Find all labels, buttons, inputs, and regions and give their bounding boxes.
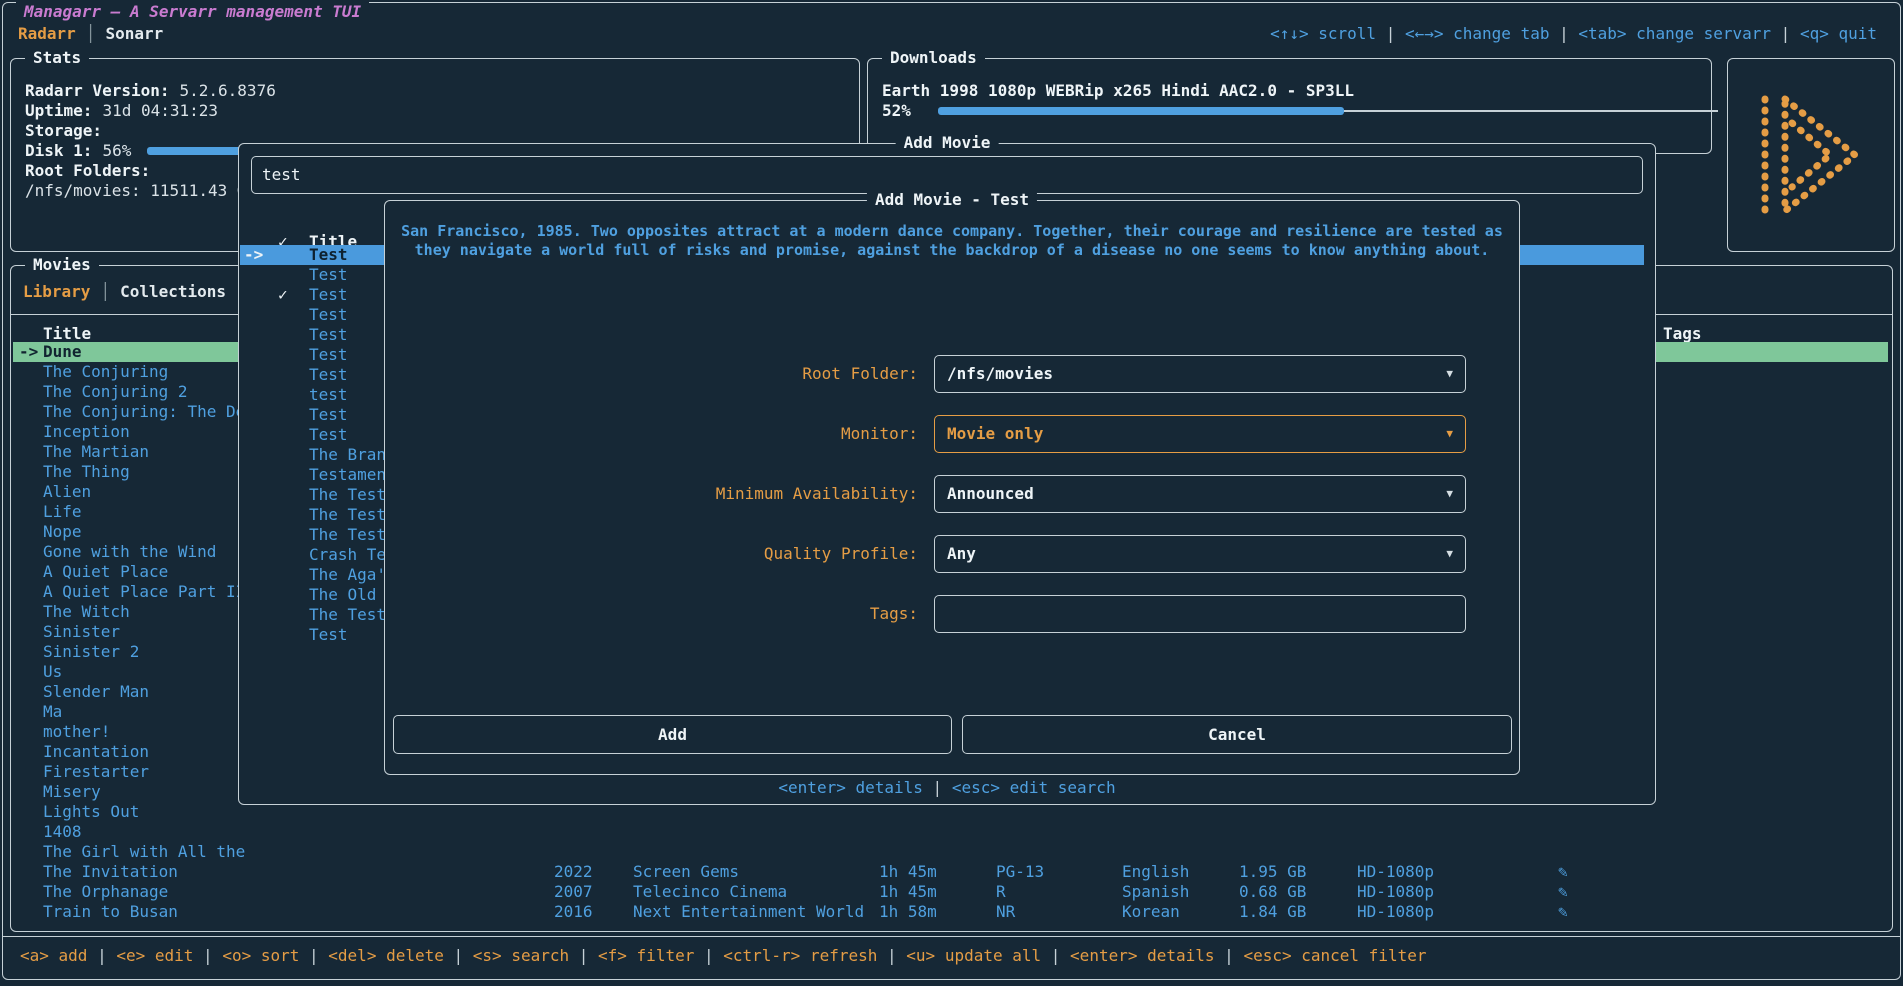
movie-search-input[interactable]: test xyxy=(251,156,1643,194)
managarr-logo-icon xyxy=(1752,89,1870,221)
tab-radarr[interactable]: Radarr xyxy=(18,24,76,43)
uptime-line: Uptime: 31d 04:31:23 xyxy=(25,101,845,121)
servarr-tabs: Radarr│Sonarr xyxy=(18,24,163,44)
add-movie-modal: Add Movie - Test San Francisco, 1985. Tw… xyxy=(384,200,1520,775)
app-title: Managarr – A Servarr management TUI xyxy=(16,2,369,22)
storage-label: Storage: xyxy=(25,121,102,140)
download-progress-line: 52% xyxy=(882,101,1697,121)
in-library-check-icon: ✓ xyxy=(278,285,288,305)
downloads-panel-title: Downloads xyxy=(882,48,985,68)
radarr-version-label: Radarr Version: xyxy=(25,81,170,100)
movie-row[interactable]: Train to Busan2016Next Entertainment Wor… xyxy=(13,902,1888,922)
cancel-button[interactable]: Cancel xyxy=(962,715,1512,754)
tab-library[interactable]: Library xyxy=(23,282,90,301)
popup-keybinding-hints: <enter> details | <esc> edit search xyxy=(239,778,1655,798)
uptime-value: 31d 04:31:23 xyxy=(102,101,218,120)
gauge-fill xyxy=(938,107,1344,115)
bottom-keybinding-hints: <a> add | <e> edit | <o> sort | <del> de… xyxy=(20,946,1426,966)
movie-row[interactable]: The Invitation2022Screen Gems1h 45mPG-13… xyxy=(13,862,1888,882)
disk-percent-value: 56% xyxy=(102,141,131,160)
column-header-title: Title xyxy=(43,324,91,344)
movies-panel-title: Movies xyxy=(25,255,99,275)
gauge-track xyxy=(1344,110,1718,112)
storage-line: Storage: xyxy=(25,121,845,141)
monitored-icon: ✎ xyxy=(1558,902,1568,922)
top-keybinding-hints: <↑↓> scroll | <←→> change tab | <tab> ch… xyxy=(1270,24,1877,44)
root-folder-path: /nfs/movies: 11511.43 GB xyxy=(25,181,256,200)
column-header-tags: Tags xyxy=(1663,324,1702,344)
add-movie-popup-title: Add Movie xyxy=(896,133,999,153)
monitored-icon: ✎ xyxy=(1558,862,1568,882)
stats-panel-title: Stats xyxy=(25,48,89,68)
radarr-version-line: Radarr Version: 5.2.6.8376 xyxy=(25,81,845,101)
root-folders-label: Root Folders: xyxy=(25,161,150,180)
footer-divider xyxy=(3,936,1900,937)
disk-label: Disk 1: xyxy=(25,141,92,160)
download-progress-gauge xyxy=(938,106,1718,116)
monitored-icon: ✎ xyxy=(1558,882,1568,902)
library-tabs: Library│Collections│ xyxy=(23,282,256,302)
uptime-label: Uptime: xyxy=(25,101,92,120)
download-percent: 52% xyxy=(882,101,911,120)
movie-row[interactable]: The Girl with All the xyxy=(13,842,1888,862)
add-button[interactable]: Add xyxy=(393,715,952,754)
movie-row[interactable]: 1408 xyxy=(13,822,1888,842)
tab-sonarr[interactable]: Sonarr xyxy=(105,24,163,43)
movie-row[interactable]: The Orphanage2007Telecinco Cinema1h 45mR… xyxy=(13,882,1888,902)
logo-panel xyxy=(1727,58,1895,252)
downloads-body: Earth 1998 1080p WEBRip x265 Hindi AAC2.… xyxy=(882,81,1697,121)
radarr-version-value: 5.2.6.8376 xyxy=(180,81,276,100)
add-movie-buttons: Add Cancel xyxy=(385,201,1519,774)
download-item-title: Earth 1998 1080p WEBRip x265 Hindi AAC2.… xyxy=(882,81,1354,100)
movie-row[interactable]: Lights Out xyxy=(13,802,1888,822)
download-item: Earth 1998 1080p WEBRip x265 Hindi AAC2.… xyxy=(882,81,1697,101)
tab-collections[interactable]: Collections xyxy=(120,282,226,301)
